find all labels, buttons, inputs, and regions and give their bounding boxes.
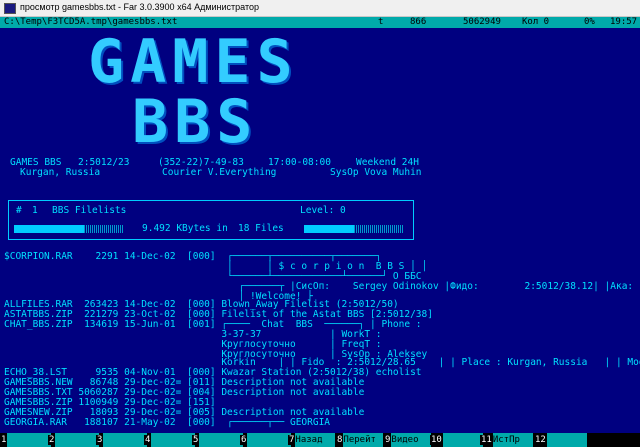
fkey-6[interactable]: 6 — [240, 433, 292, 447]
column-indicator: Кол 0 — [522, 17, 550, 27]
bbs-hours: 17:00-08:00 — [268, 157, 331, 168]
clock: 19:57 — [610, 17, 638, 27]
progress-bar-right — [304, 225, 354, 233]
filelist-number: 1 — [32, 205, 38, 216]
fkey-9[interactable]: 9Видео — [384, 433, 432, 447]
filelist-hash: # — [16, 205, 22, 216]
viewer-status-bar: C:\Temp\F3TCD5A.tmp\gamesbbs.txt t 866 5… — [0, 17, 640, 28]
fkey-3[interactable]: 3 — [96, 433, 148, 447]
progress-bar-right-shade — [354, 225, 404, 233]
far-viewer-window: просмотр gamesbbs.txt - Far 3.0.3900 x64… — [0, 0, 640, 447]
codepage-marker: t — [378, 17, 384, 27]
fkey-7[interactable]: 7Назад — [288, 433, 336, 447]
progress-bar-left — [14, 225, 84, 233]
filelist-kbytes: 9.492 KBytes in — [142, 223, 228, 234]
fkey-11[interactable]: 11ИстПр — [480, 433, 533, 447]
banner-bbs: BBS — [132, 87, 259, 157]
fkey-5[interactable]: 5 — [192, 433, 244, 447]
filelist-title: BBS Filelists — [52, 205, 127, 216]
codepage: 866 — [410, 17, 427, 27]
text-viewer-area[interactable]: GAMES BBS GAMES BBS 2:5012/23 (352-22)7-… — [0, 28, 640, 433]
progress-bar-left-shade — [84, 225, 124, 233]
far-app-icon — [4, 3, 16, 14]
percent-indicator: 0% — [584, 17, 595, 27]
text-line: GEORGIA.RAR 188107 21-May-02 [000] ┌────… — [4, 417, 331, 428]
filelist-files: 18 Files — [238, 223, 284, 234]
fkey-2[interactable]: 2 — [48, 433, 100, 447]
window-title: просмотр gamesbbs.txt - Far 3.0.3900 x64… — [20, 2, 260, 12]
fkey-4[interactable]: 4 — [144, 433, 196, 447]
file-size: 5062949 — [463, 17, 501, 27]
filelist-level: Level: 0 — [300, 205, 346, 216]
bbs-city: Kurgan, Russia — [20, 167, 101, 178]
file-path: C:\Temp\F3TCD5A.tmp\gamesbbs.txt — [4, 17, 178, 27]
fkey-12[interactable]: 12 — [534, 433, 587, 447]
function-key-bar: 1 2 3 4 5 6 7Назад 8Перейт 9Видео 10 11И… — [0, 433, 640, 447]
bbs-courier: Courier V.Everything — [162, 167, 277, 178]
fkey-1[interactable]: 1 — [0, 433, 52, 447]
banner-games: GAMES — [88, 28, 299, 97]
fkey-8[interactable]: 8Перейт — [336, 433, 384, 447]
fkey-10[interactable]: 10 — [430, 433, 483, 447]
title-bar: просмотр gamesbbs.txt - Far 3.0.3900 x64… — [0, 0, 640, 17]
bbs-sysop: SysOp Vova Muhin — [330, 167, 422, 178]
